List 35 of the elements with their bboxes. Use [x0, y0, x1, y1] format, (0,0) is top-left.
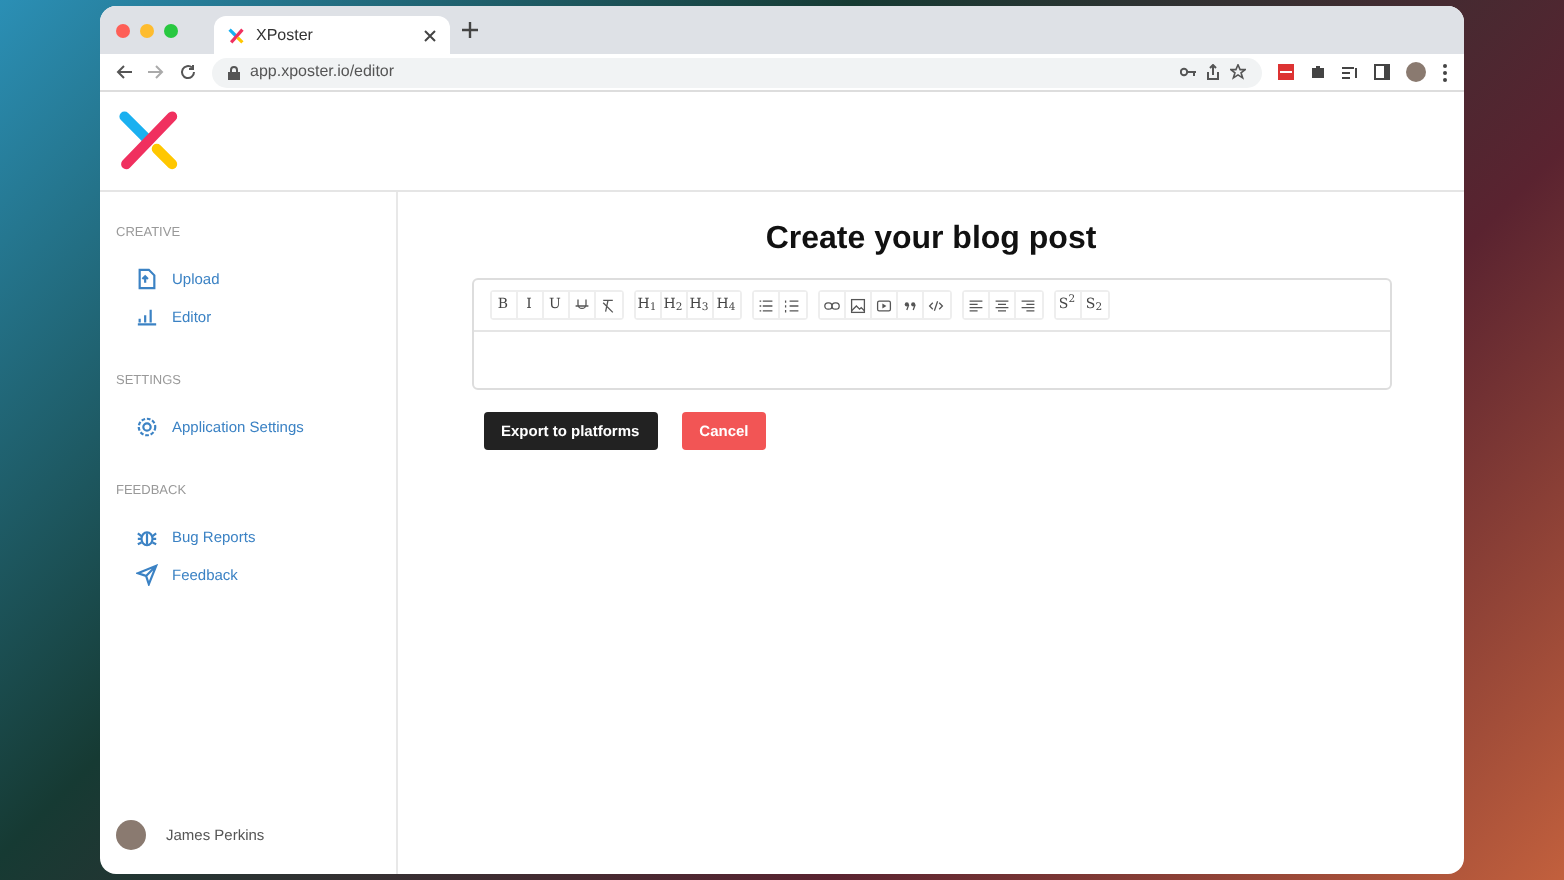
image-icon[interactable] [845, 292, 871, 319]
back-icon[interactable] [116, 64, 132, 80]
strikethrough-icon[interactable] [569, 292, 595, 319]
reload-icon[interactable] [180, 64, 196, 80]
x-logo-icon [228, 27, 244, 43]
bulleted-list-icon[interactable] [753, 292, 779, 319]
close-tab-icon[interactable] [424, 29, 436, 41]
gear-icon [136, 416, 158, 439]
bug-icon [136, 526, 158, 549]
extension-icon[interactable] [1278, 64, 1294, 80]
url-text: app.xposter.io/editor [250, 60, 397, 84]
numbered-list-icon[interactable] [779, 292, 805, 319]
reading-list-icon[interactable] [1342, 65, 1358, 79]
browser-tab[interactable]: XPoster [214, 16, 450, 54]
star-icon[interactable] [1230, 64, 1246, 80]
user-avatar [116, 820, 146, 850]
link-icon[interactable] [819, 292, 845, 319]
align-right-icon[interactable] [1015, 292, 1041, 319]
align-center-icon[interactable] [989, 292, 1015, 319]
paper-plane-icon [136, 564, 158, 587]
chart-icon [136, 306, 158, 329]
video-icon[interactable] [871, 292, 897, 319]
code-icon[interactable] [923, 292, 949, 319]
profile-avatar[interactable] [1406, 62, 1426, 82]
page-title: Create your blog post [765, 220, 1097, 259]
address-bar[interactable]: app.xposter.io/editor [212, 57, 1262, 87]
share-icon[interactable] [1206, 64, 1220, 80]
new-tab-icon[interactable] [462, 22, 478, 38]
menu-icon[interactable] [1442, 63, 1448, 81]
align-left-icon[interactable] [963, 292, 989, 319]
key-icon[interactable] [1180, 66, 1196, 78]
tab-title: XPoster [256, 23, 315, 47]
upload-file-icon [136, 267, 158, 290]
side-panel-icon[interactable] [1374, 64, 1390, 80]
lock-icon [228, 65, 240, 79]
